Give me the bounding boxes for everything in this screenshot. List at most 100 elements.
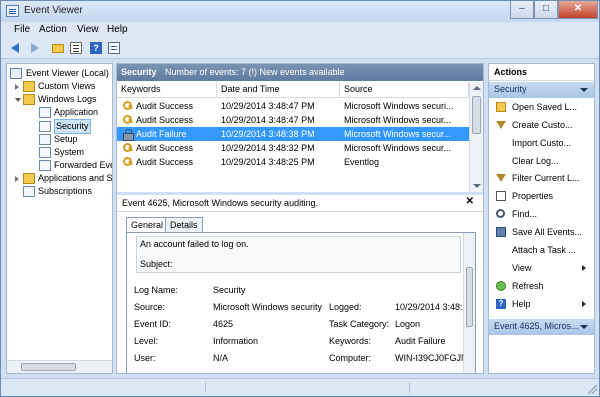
tree-label: Setup (54, 134, 78, 144)
minimize-button[interactable]: – (510, 1, 534, 19)
event-source: Microsoft Windows secur... (344, 115, 452, 125)
value-keywords: Audit Failure (395, 336, 446, 346)
tab-details[interactable]: Details (165, 217, 203, 232)
actions-title: Actions (489, 64, 594, 81)
scrollbar-thumb[interactable] (472, 96, 481, 134)
filter-icon (496, 174, 506, 182)
menu-help[interactable]: Help (107, 24, 128, 35)
action-label: View (512, 263, 532, 273)
window-title: Event Viewer (24, 5, 83, 16)
log-icon (39, 134, 51, 145)
actions-section-event[interactable]: Event 4625, Micros... (489, 319, 594, 335)
tab-general[interactable]: General (126, 217, 169, 233)
submenu-arrow-icon (582, 301, 586, 307)
action-help[interactable]: ? Help (489, 297, 594, 311)
event-detail-title: Event 4625, Microsoft Windows security a… (117, 195, 483, 212)
event-detail-pane: Event 4625, Microsoft Windows security a… (117, 195, 483, 373)
event-message-box[interactable]: An account failed to log on. Subject: (136, 236, 461, 273)
event-row[interactable]: Audit Success 10/29/2014 3:48:32 PM Micr… (117, 141, 469, 155)
action-save-all-events[interactable]: Save All Events... (489, 225, 594, 239)
filter-icon (496, 121, 506, 129)
menu-file[interactable]: File (14, 24, 30, 35)
event-viewer-app-icon (6, 5, 19, 17)
events-pane: Security Number of events: 7 (!) New eve… (116, 63, 484, 374)
tree-label: System (54, 147, 85, 157)
value-computer: WIN-I39CJ0FGJN (395, 353, 468, 363)
action-label: Help (512, 299, 531, 309)
label-level: Level: (134, 336, 159, 346)
tree-label: Security (54, 119, 91, 134)
column-header-source[interactable]: Source (340, 82, 469, 98)
submenu-arrow-icon (582, 265, 586, 271)
key-icon (123, 115, 133, 125)
forward-icon[interactable] (27, 41, 41, 55)
event-keyword: Audit Success (136, 115, 194, 125)
collapse-triangle-icon[interactable] (580, 88, 588, 92)
scrollbar-thumb[interactable] (466, 267, 473, 327)
action-create-custom-view[interactable]: Create Custo... (489, 118, 594, 132)
event-keyword: Audit Success (136, 157, 194, 167)
action-refresh[interactable]: Refresh (489, 279, 594, 293)
action-clear-log[interactable]: Clear Log... (489, 154, 594, 168)
action-label: Filter Current L... (512, 173, 580, 183)
title-bar[interactable]: Event Viewer – □ ✕ (1, 1, 599, 22)
event-row-selected[interactable]: Audit Failure 10/29/2014 3:48:38 PM Micr… (117, 127, 469, 141)
scroll-up-icon[interactable] (473, 86, 481, 90)
expand-arrow-icon[interactable] (15, 84, 19, 90)
resize-grip-icon[interactable] (587, 384, 597, 394)
collapse-arrow-icon[interactable] (15, 98, 21, 102)
action-find[interactable]: Find... (489, 207, 594, 221)
subscriptions-icon (23, 186, 35, 197)
action-open-saved-log[interactable]: Open Saved L... (489, 100, 594, 114)
events-vertical-scrollbar[interactable] (469, 82, 483, 192)
menu-action[interactable]: Action (39, 24, 67, 35)
events-grid[interactable]: Keywords Date and Time Source Audit Succ… (117, 82, 483, 192)
column-header-keywords[interactable]: Keywords (117, 82, 217, 98)
value-task-category: Logon (395, 319, 421, 329)
action-label: Attach a Task ... (512, 245, 576, 255)
scrollbar-thumb[interactable] (21, 363, 76, 371)
action-filter-current-log[interactable]: Filter Current L... (489, 171, 594, 185)
action-properties[interactable]: Properties (489, 189, 594, 203)
tree-label: Subscriptions (38, 186, 93, 196)
event-keyword: Audit Success (136, 143, 194, 153)
help-icon[interactable]: ? (89, 41, 103, 55)
event-source: Microsoft Windows secur... (344, 143, 452, 153)
event-datetime: 10/29/2014 3:48:32 PM (221, 143, 315, 153)
action-view[interactable]: View (489, 261, 594, 275)
tree-label: Windows Logs (38, 94, 97, 104)
event-row[interactable]: Audit Success 10/29/2014 3:48:47 PM Micr… (117, 99, 469, 113)
key-icon (123, 101, 133, 111)
navigation-tree[interactable]: Event Viewer (Local) Custom Views Window… (6, 63, 113, 374)
back-icon[interactable] (9, 41, 23, 55)
open-folder-icon (496, 102, 506, 112)
key-icon (123, 143, 133, 153)
action-attach-task[interactable]: Attach a Task ... (489, 243, 594, 257)
value-log-name: Security (213, 285, 246, 295)
event-count-text: Number of events: 7 (!) New events avail… (165, 67, 345, 77)
message-line: An account failed to log on. (140, 239, 249, 249)
maximize-button[interactable]: □ (534, 1, 558, 19)
expand-arrow-icon[interactable] (15, 176, 19, 182)
actions-section-security[interactable]: Security (489, 82, 594, 98)
column-header-date-time[interactable]: Date and Time (217, 82, 340, 98)
event-row[interactable]: Audit Success 10/29/2014 3:48:25 PM Even… (117, 155, 469, 169)
event-row[interactable]: Audit Success 10/29/2014 3:48:47 PM Micr… (117, 113, 469, 127)
label-user: User: (134, 353, 156, 363)
properties-icon[interactable] (69, 41, 83, 55)
help-icon: ? (496, 299, 506, 309)
action-import-custom-view[interactable]: Import Custo... (489, 136, 594, 150)
status-bar (1, 378, 599, 396)
list-icon[interactable] (107, 41, 121, 55)
close-button[interactable]: ✕ (558, 1, 598, 19)
status-divider (205, 382, 206, 393)
close-detail-icon[interactable]: ✕ (466, 196, 474, 207)
up-folder-icon[interactable] (51, 41, 65, 55)
detail-vertical-scrollbar[interactable] (463, 233, 475, 373)
tree-horizontal-scrollbar[interactable] (7, 360, 112, 373)
find-icon (496, 209, 505, 218)
collapse-triangle-icon[interactable] (580, 325, 588, 329)
value-logged: 10/29/2014 3:48:3 (395, 302, 468, 312)
scroll-down-icon[interactable] (473, 184, 481, 188)
menu-view[interactable]: View (77, 24, 99, 35)
